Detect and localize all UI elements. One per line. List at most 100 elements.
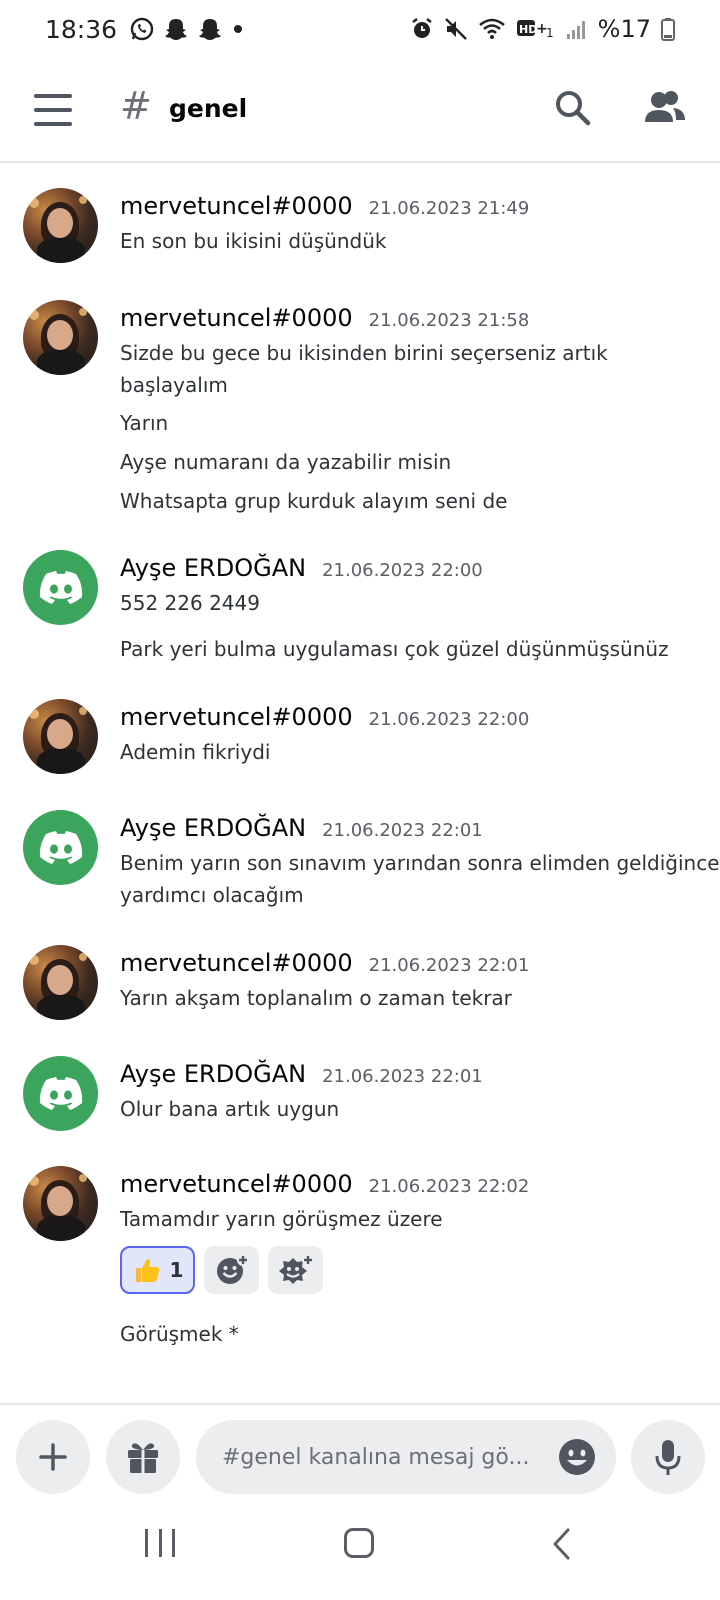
message-text[interactable]: Whatsapta grup kurduk alayım seni de	[120, 489, 507, 513]
plus-icon	[39, 1443, 67, 1471]
username[interactable]: Ayşe ERDOĞAN	[120, 554, 306, 582]
message-group[interactable]: Ayşe ERDOĞAN 21.06.2023 22:01 Benim yarı…	[0, 810, 720, 920]
gift-button[interactable]	[106, 1420, 180, 1494]
discord-logo-icon	[39, 570, 82, 604]
status-time: 18:36	[45, 14, 118, 44]
add-super-reaction-icon	[278, 1254, 314, 1284]
mute-icon	[444, 17, 468, 41]
attach-button[interactable]	[16, 1420, 90, 1494]
home-icon[interactable]	[344, 1528, 374, 1558]
members-icon[interactable]	[643, 88, 687, 128]
cell-signal-icon	[566, 17, 588, 41]
message-text[interactable]: Ayşe numaranı da yazabilir misin	[120, 450, 451, 474]
message-input[interactable]: #genel kanalına mesaj gö...	[196, 1420, 616, 1494]
battery-percent: %17	[597, 15, 651, 43]
system-nav-bar	[0, 1503, 720, 1600]
reaction-count: 1	[169, 1258, 184, 1282]
voice-message-button[interactable]	[631, 1420, 705, 1494]
message-text[interactable]: Sizde bu gece bu ikisinden birini seçers…	[120, 341, 608, 365]
status-left: 18:36	[45, 15, 245, 44]
username[interactable]: mervetuncel#0000	[120, 949, 353, 977]
dot-icon	[231, 22, 245, 36]
status-right: HD +1 %17	[410, 15, 675, 43]
discord-logo-icon	[39, 1076, 82, 1110]
message-header: mervetuncel#0000 21.06.2023 22:02	[120, 1170, 529, 1198]
message-header: Ayşe ERDOĞAN 21.06.2023 22:01	[120, 1060, 483, 1088]
message-header: Ayşe ERDOĞAN 21.06.2023 22:00	[120, 554, 483, 582]
message-header: mervetuncel#0000 21.06.2023 22:01	[120, 949, 529, 977]
timestamp: 21.06.2023 22:01	[322, 1066, 483, 1087]
timestamp: 21.06.2023 21:49	[368, 198, 530, 219]
message-text[interactable]: Park yeri bulma uygulaması çok güzel düş…	[120, 637, 669, 661]
username[interactable]: mervetuncel#0000	[120, 304, 353, 332]
avatar[interactable]	[23, 945, 98, 1020]
message-text[interactable]: En son bu ikisini düşündük	[120, 229, 386, 253]
avatar[interactable]	[23, 699, 98, 774]
snapchat-icon	[197, 16, 223, 42]
message-group[interactable]: mervetuncel#0000 21.06.2023 22:00 Ademin…	[0, 699, 720, 779]
message-input-placeholder[interactable]: #genel kanalına mesaj gö...	[222, 1445, 542, 1470]
avatar[interactable]	[23, 550, 98, 625]
username[interactable]: mervetuncel#0000	[120, 1170, 353, 1198]
thumbs-up-icon	[135, 1258, 159, 1282]
gift-icon	[128, 1443, 158, 1473]
avatar[interactable]	[23, 1056, 98, 1131]
svg-text:HD: HD	[519, 23, 537, 36]
username[interactable]: mervetuncel#0000	[120, 192, 353, 220]
snapchat-icon	[163, 16, 189, 42]
add-reaction-button[interactable]	[204, 1246, 259, 1294]
status-bar: 18:36 HD +1 %17	[0, 0, 720, 58]
message-header: mervetuncel#0000 21.06.2023 22:00	[120, 703, 529, 731]
recent-apps-icon[interactable]	[145, 1529, 175, 1559]
message-group[interactable]: Ayşe ERDOĞAN 21.06.2023 22:00 552 226 24…	[0, 550, 720, 670]
svg-text:1: 1	[546, 26, 554, 40]
message-group[interactable]: mervetuncel#0000 21.06.2023 22:02 Tamamd…	[0, 1166, 720, 1366]
timestamp: 21.06.2023 22:00	[322, 560, 483, 581]
message-text[interactable]: Olur bana artık uygun	[120, 1097, 339, 1121]
channel-header: # genel	[0, 58, 720, 163]
channel-name[interactable]: genel	[169, 94, 247, 123]
hash-icon: #	[120, 84, 152, 128]
message-group[interactable]: mervetuncel#0000 21.06.2023 21:58 Sizde …	[0, 300, 720, 540]
timestamp: 21.06.2023 22:02	[368, 1176, 530, 1197]
wifi-icon	[478, 17, 506, 41]
alarm-icon	[410, 17, 434, 41]
avatar[interactable]	[23, 810, 98, 885]
message-group[interactable]: mervetuncel#0000 21.06.2023 21:49 En son…	[0, 188, 720, 268]
timestamp: 21.06.2023 22:01	[322, 820, 483, 841]
message-group[interactable]: Ayşe ERDOĞAN 21.06.2023 22:01 Olur bana …	[0, 1056, 720, 1136]
hd-signal-icon: HD +1	[516, 17, 556, 41]
add-super-reaction-button[interactable]	[268, 1246, 323, 1294]
message-text[interactable]: Yarın	[120, 411, 168, 435]
back-icon[interactable]	[550, 1527, 574, 1561]
discord-logo-icon	[39, 830, 82, 864]
battery-icon	[661, 17, 675, 41]
reaction-thumbs-up[interactable]: 1	[120, 1246, 195, 1294]
avatar[interactable]	[23, 188, 98, 263]
message-text[interactable]: başlayalım	[120, 373, 228, 397]
message-header: Ayşe ERDOĞAN 21.06.2023 22:01	[120, 814, 483, 842]
message-text[interactable]: Yarın akşam toplanalım o zaman tekrar	[120, 986, 512, 1010]
message-text[interactable]: Görüşmek *	[120, 1322, 239, 1346]
message-composer: #genel kanalına mesaj gö...	[0, 1403, 720, 1503]
avatar[interactable]	[23, 300, 98, 375]
username[interactable]: Ayşe ERDOĞAN	[120, 814, 306, 842]
message-text[interactable]: Benim yarın son sınavım yarından sonra e…	[120, 851, 720, 875]
message-text[interactable]: 552 226 2449	[120, 591, 260, 615]
message-text[interactable]: Ademin fikriydi	[120, 740, 270, 764]
menu-icon[interactable]	[34, 94, 72, 126]
message-header: mervetuncel#0000 21.06.2023 21:49	[120, 192, 529, 220]
timestamp: 21.06.2023 21:58	[368, 310, 530, 331]
message-text[interactable]: Tamamdır yarın görüşmez üzere	[120, 1207, 443, 1231]
avatar[interactable]	[23, 1166, 98, 1241]
username[interactable]: mervetuncel#0000	[120, 703, 353, 731]
message-text[interactable]: yardımcı olacağım	[120, 883, 304, 907]
timestamp: 21.06.2023 22:01	[368, 955, 530, 976]
message-list[interactable]: mervetuncel#0000 21.06.2023 21:49 En son…	[0, 164, 720, 1402]
emoji-icon[interactable]	[558, 1438, 596, 1476]
add-reaction-icon	[216, 1254, 249, 1284]
message-group[interactable]: mervetuncel#0000 21.06.2023 22:01 Yarın …	[0, 945, 720, 1025]
search-icon[interactable]	[553, 88, 593, 128]
username[interactable]: Ayşe ERDOĞAN	[120, 1060, 306, 1088]
whatsapp-icon	[129, 16, 155, 42]
